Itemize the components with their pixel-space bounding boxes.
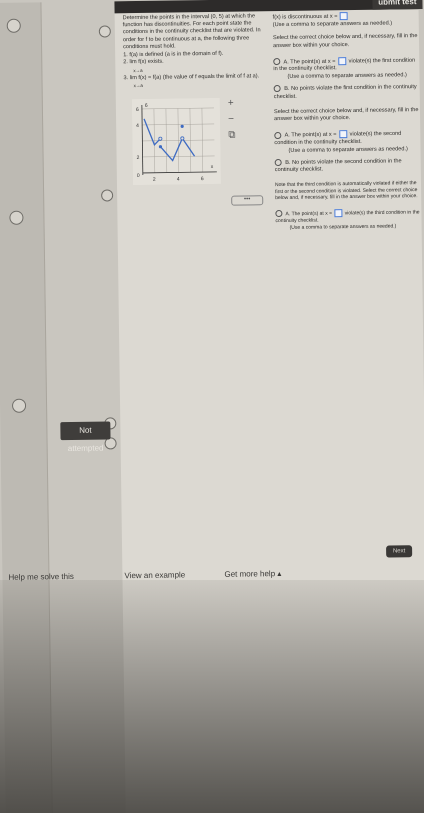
nav-radio[interactable] (101, 189, 114, 202)
view-example-link[interactable]: View an example (124, 570, 185, 580)
radio-1a[interactable] (273, 58, 281, 66)
main-content: ubmit test Determine the points in the i… (114, 0, 424, 813)
select-instruction-1: Select the correct choice below and, if … (272, 33, 418, 49)
discontinuity-answer-input[interactable] (339, 12, 349, 21)
choice-2b[interactable]: B. No points violate the second conditio… (274, 157, 421, 174)
y-tick: 6 (136, 107, 139, 113)
radio-1b[interactable] (273, 85, 281, 93)
question-prompt: Determine the points in the interval (0,… (122, 13, 261, 51)
choice-1b-label: B. No points violate the first condition… (273, 84, 417, 100)
condition-3-sub: x→a (133, 83, 143, 89)
screen: Not attempted ubmit test Determine the p… (0, 0, 424, 813)
choice-2a-note: (Use a comma to separate answers as need… (288, 145, 408, 154)
third-condition-note: Note that the third condition is automat… (274, 180, 418, 202)
get-more-help-link[interactable]: Get more help ▴ (224, 569, 281, 579)
question-radio[interactable] (9, 210, 24, 225)
help-me-solve-link[interactable]: Help me solve this (8, 572, 73, 582)
discontinuous-label: f(x) is discontinuous at x = (272, 13, 338, 21)
y-tick: 2 (137, 155, 140, 161)
function-graph: 6 4 2 0 2 4 6 x 6 (131, 97, 221, 186)
zoom-in-icon[interactable]: + (228, 98, 234, 109)
choice-3a[interactable]: A. The point(s) at x = violate(s) the th… (275, 208, 421, 225)
question-nav-column (40, 2, 109, 813)
x-tick: 2 (153, 177, 156, 183)
y-tick: 0 (137, 173, 140, 179)
question-radio[interactable] (11, 398, 27, 413)
page-frame: Not attempted ubmit test Determine the p… (0, 0, 424, 813)
choice-1a-input[interactable] (338, 56, 347, 66)
radio-2b[interactable] (274, 158, 282, 166)
choice-3a-label: A. The point(s) at x = (285, 210, 333, 218)
choice-1b[interactable]: B. No points violate the first condition… (273, 83, 420, 100)
x-tick: 4 (177, 176, 180, 182)
open-point (158, 136, 163, 141)
x-tick: 6 (201, 176, 204, 182)
choice-2b-label: B. No points violate the second conditio… (274, 158, 402, 174)
comma-note: (Use a comma to separate answers as need… (272, 20, 393, 29)
choice-2a-input[interactable] (339, 130, 348, 139)
status-badge: Not attempted (60, 421, 111, 453)
next-button[interactable]: Next (386, 545, 413, 558)
open-point (180, 136, 185, 141)
y-axis-top-label: 6 (145, 103, 148, 109)
choice-2a[interactable]: A. The point(s) at x = violate(s) the se… (274, 129, 420, 147)
radio-2a[interactable] (274, 131, 282, 139)
choice-3a-input[interactable] (334, 209, 343, 218)
nav-radio[interactable] (98, 25, 111, 38)
choice-1a[interactable]: A. The point(s) at x = violate(s) the fi… (273, 56, 419, 74)
choice-3a-note: (Use a comma to separate answers as need… (289, 223, 397, 231)
pane-resize-handle[interactable]: ••• (231, 195, 264, 206)
radio-3a[interactable] (275, 210, 283, 218)
open-new-window-icon[interactable]: ⧉ (228, 130, 235, 141)
select-instruction-2: Select the correct choice below and, if … (273, 106, 419, 123)
choice-2a-label: A. The point(s) at x = (284, 131, 337, 139)
choice-1a-label: A. The point(s) at x = (283, 58, 336, 66)
question-radio[interactable] (6, 18, 21, 33)
answer-section: f(x) is discontinuous at x = (Use a comm… (273, 11, 422, 232)
zoom-out-icon[interactable]: − (228, 114, 234, 125)
submit-test-button[interactable]: ubmit test (372, 0, 423, 10)
question-text: Determine the points in the interval (0,… (123, 13, 264, 90)
choice-1a-note: (Use a comma to separate answers as need… (287, 72, 407, 81)
y-tick: 4 (136, 123, 139, 129)
